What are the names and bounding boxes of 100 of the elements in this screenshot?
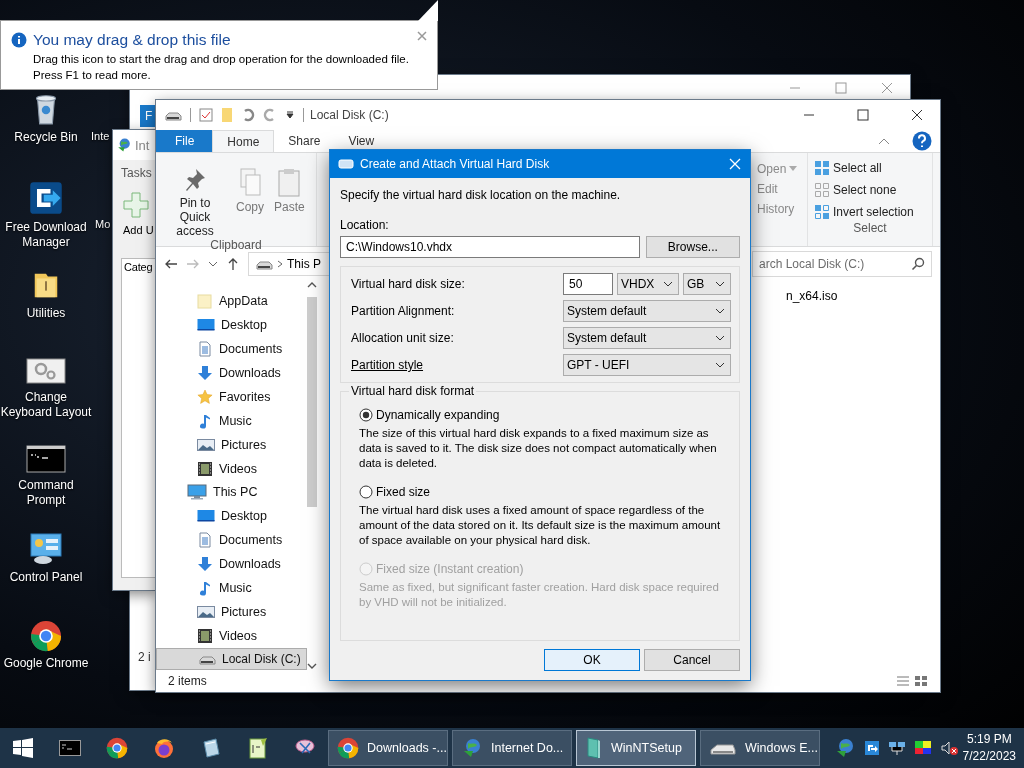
maximize-icon <box>835 81 847 94</box>
info-icon <box>11 32 27 48</box>
copy-icon <box>238 167 262 197</box>
partial-ribbon-tab[interactable]: F <box>140 105 156 127</box>
desktop-icon-label[interactable]: Control Panel <box>0 570 92 585</box>
document-icon <box>197 532 213 549</box>
instruction-text: Specify the virtual hard disk location on the machine. <box>340 188 622 202</box>
ribbon-button[interactable]: Invert selection <box>812 203 926 221</box>
up-arrow-icon <box>226 257 240 271</box>
taskbar-button[interactable]: Internet Do... <box>452 730 572 766</box>
scrollbar[interactable] <box>306 281 317 670</box>
file-name[interactable]: n_x64.iso <box>786 289 940 303</box>
size-field[interactable]: 50 <box>563 273 613 295</box>
nav-item[interactable]: Music <box>156 576 307 601</box>
nav-item[interactable]: Music <box>156 408 307 433</box>
ribbon-tab[interactable]: File <box>156 130 213 152</box>
window-title: Int <box>135 137 150 153</box>
cancel-button[interactable]: Cancel <box>644 649 740 671</box>
nav-item[interactable]: Desktop <box>156 312 307 337</box>
nav-item[interactable]: Videos <box>156 624 307 649</box>
description-text: Same as fixed, but significant faster creation. Hard disk space required by VHD will not be initialized. <box>359 580 720 610</box>
browse-button[interactable]: Browse... <box>645 236 740 258</box>
details-view-icon <box>896 675 910 687</box>
help-icon <box>912 131 932 151</box>
pin-icon <box>183 167 207 193</box>
desktop-icon-label[interactable]: Mo <box>95 218 111 230</box>
image-icon <box>197 604 215 621</box>
taskbar-button[interactable]: WinNTSetup <box>576 730 696 766</box>
nav-item[interactable]: Favorites <box>156 384 307 409</box>
radio-icon <box>359 562 373 576</box>
nav-item[interactable]: Pictures <box>156 432 307 457</box>
status-text: 2 items <box>168 674 207 688</box>
nav-item[interactable]: Documents <box>156 528 307 553</box>
ribbon-button[interactable]: Select none <box>812 181 926 199</box>
chevron-right-icon <box>277 260 283 268</box>
nav-item[interactable]: AppData <box>156 289 307 313</box>
chevron-down-icon <box>715 335 725 341</box>
desktop-icon-label[interactable]: Command Prompt <box>0 478 92 508</box>
desktop-icon-label[interactable]: Change Keyboard Layout <box>0 390 92 420</box>
nav-item[interactable]: Videos <box>156 456 307 481</box>
monitor-icon <box>197 508 215 525</box>
network-icon <box>888 740 906 756</box>
chrome-icon <box>30 620 62 652</box>
dropdown[interactable]: System default <box>563 327 731 349</box>
film-icon <box>197 460 213 477</box>
star-icon <box>197 388 213 405</box>
radio-button[interactable]: Dynamically expanding <box>359 408 500 422</box>
location-field[interactable]: C:\Windows10.vhdx <box>340 236 640 258</box>
toolbar-button[interactable]: Add U <box>123 224 157 236</box>
empty-grid-icon <box>814 182 830 198</box>
desktop-icon-label[interactable]: Recycle Bin <box>0 130 92 145</box>
music-note-icon <box>197 412 213 429</box>
chevron-down-icon <box>306 662 317 670</box>
field-link[interactable]: Partition style <box>351 358 563 372</box>
taskbar-button[interactable]: Downloads -... <box>328 730 448 766</box>
desktop-icon-label[interactable]: Inte <box>91 130 110 142</box>
ribbon-tab[interactable]: Home <box>212 130 275 152</box>
caret-icon <box>285 110 295 120</box>
nav-item[interactable]: Downloads <box>156 360 307 385</box>
status-text: 2 i <box>138 650 151 664</box>
ribbon-button[interactable]: Pin to Quick access <box>162 157 228 238</box>
nav-item[interactable]: This PC <box>156 480 307 505</box>
dropdown[interactable]: System default <box>563 300 731 322</box>
desktop-icon-label[interactable]: Google Chrome <box>0 656 92 671</box>
group-label: Virtual hard disk format <box>349 384 477 398</box>
nav-item[interactable]: Pictures <box>156 600 307 625</box>
ribbon-tab[interactable]: View <box>334 130 389 152</box>
chrome-icon <box>337 737 359 759</box>
tiles-view-icon <box>914 675 928 687</box>
desktop-icon-label[interactable]: Utilities <box>0 306 92 321</box>
ribbon-tab[interactable]: Share <box>274 130 335 152</box>
download-tile-icon <box>864 740 880 756</box>
checklist-icon <box>199 108 213 122</box>
field-label: Partition Alignment: <box>351 304 456 318</box>
taskbar-button[interactable]: Windows E... <box>700 730 820 766</box>
dropdown[interactable]: GB <box>683 273 731 295</box>
ok-button[interactable]: OK <box>544 649 640 671</box>
description-text: The size of this virtual hard disk expands to a fixed maximum size as data is saved to it. The disk size does not compact automatically when data is deleted. <box>359 426 718 471</box>
taskbar-clock[interactable]: 5:19 PM 7/22/2023 <box>962 731 1016 765</box>
dropdown[interactable]: GPT - UEFI <box>563 354 731 376</box>
field-label: Location: <box>340 218 390 232</box>
music-note-icon <box>197 580 213 597</box>
plus-icon <box>123 192 149 218</box>
caret-icon <box>789 166 798 172</box>
dropdown[interactable]: VHDX <box>617 273 679 295</box>
search-icon <box>911 257 925 271</box>
grid-icon <box>814 160 830 176</box>
search-field[interactable]: arch Local Disk (C:) <box>752 251 932 277</box>
nav-item[interactable]: Local Disk (C:) <box>156 648 307 670</box>
desktop-icon-label[interactable]: Free Download Manager <box>0 220 92 250</box>
radio-button[interactable]: Fixed size <box>359 485 431 499</box>
muted-speaker-icon <box>940 740 958 756</box>
column-header: Categ <box>123 260 154 275</box>
image-icon <box>197 436 215 453</box>
nav-item[interactable]: Desktop <box>156 504 307 529</box>
gears-icon <box>26 356 66 386</box>
nav-item[interactable]: Documents <box>156 336 307 361</box>
nav-item[interactable]: Downloads <box>156 552 307 577</box>
menu-label[interactable]: Tasks <box>121 166 152 180</box>
ribbon-button[interactable]: Select all <box>812 159 926 177</box>
